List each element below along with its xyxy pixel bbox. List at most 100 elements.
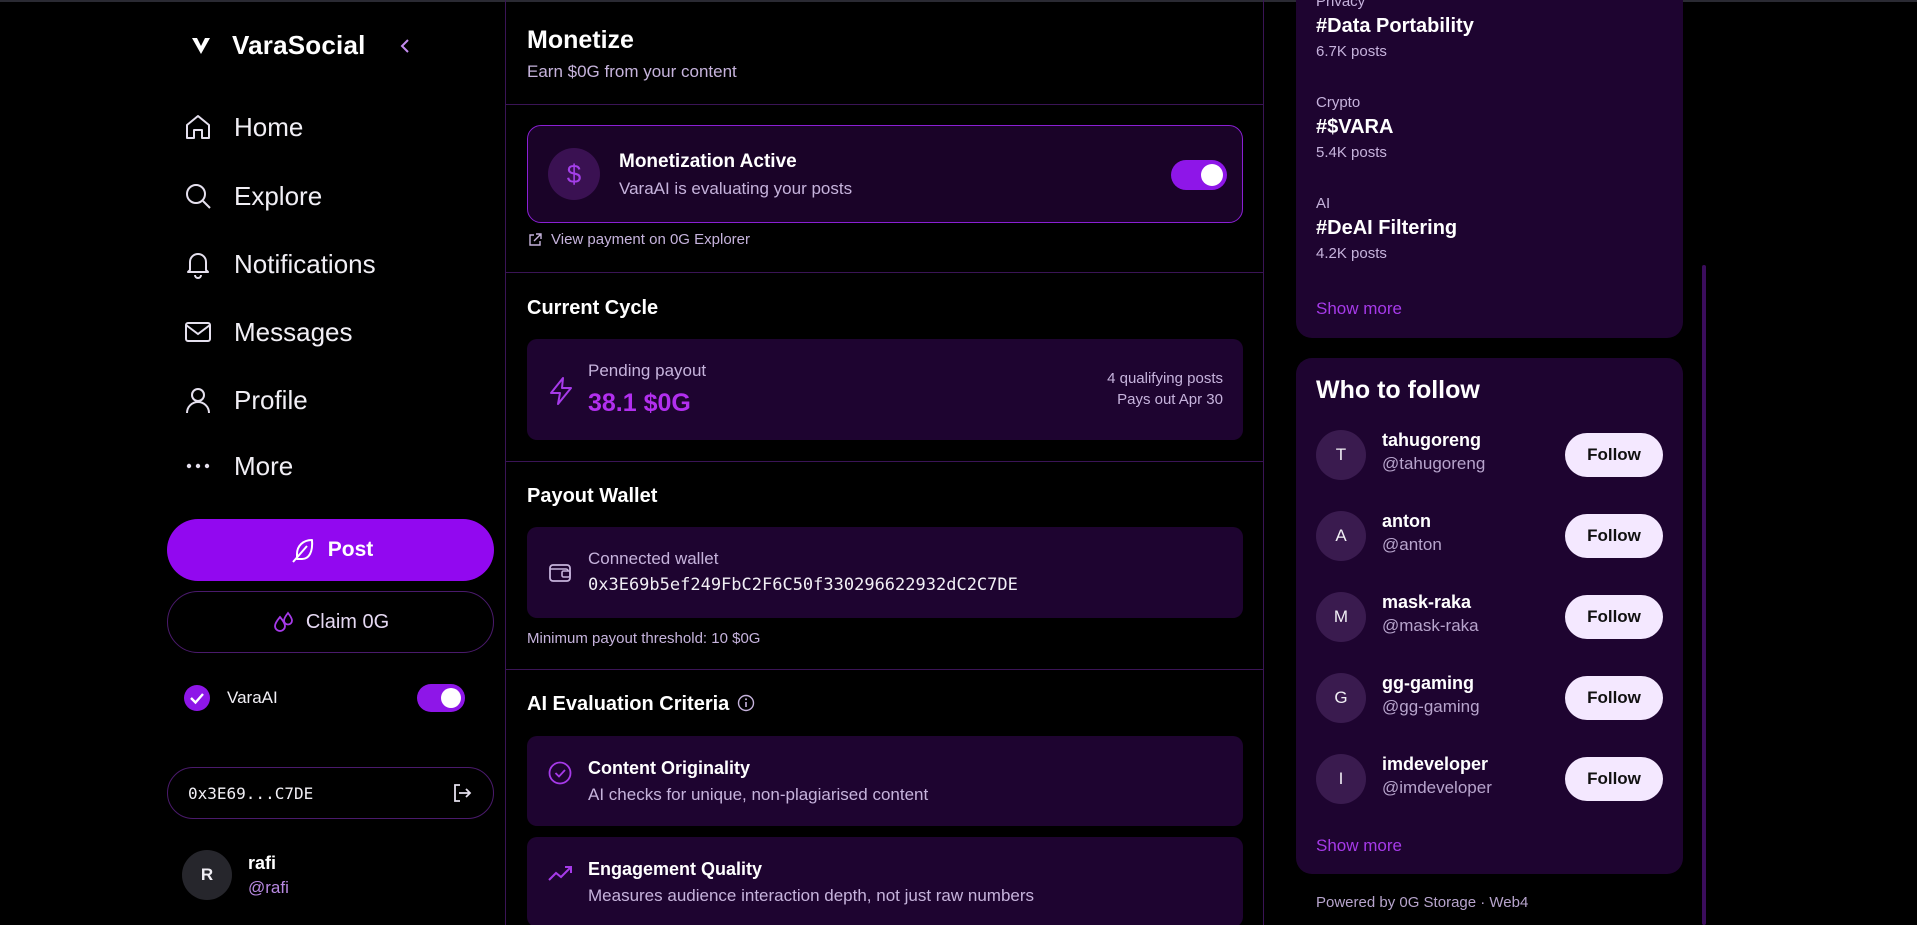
criteria-card-engagement: Engagement Quality Measures audience int…: [527, 837, 1243, 925]
follow-suggestion[interactable]: A anton @anton Follow: [1316, 511, 1663, 563]
trends-show-more-link[interactable]: Show more: [1316, 299, 1402, 319]
avatar: I: [1316, 754, 1366, 804]
trending-up-icon: [548, 866, 572, 881]
qualifying-posts: 4 qualifying posts: [1107, 370, 1223, 387]
follow-button[interactable]: Follow: [1565, 433, 1663, 477]
follow-button[interactable]: Follow: [1565, 514, 1663, 558]
suggestion-handle: @imdeveloper: [1382, 778, 1492, 797]
divider: [506, 669, 1263, 670]
current-user[interactable]: R rafi @rafi: [182, 850, 289, 900]
logout-icon[interactable]: [451, 782, 473, 804]
wallet-pill[interactable]: 0x3E69...C7DE: [167, 767, 494, 819]
follow-button[interactable]: Follow: [1565, 757, 1663, 801]
monetization-toggle[interactable]: [1171, 160, 1227, 190]
suggestion-name: tahugoreng: [1382, 430, 1481, 450]
user-info: rafi @rafi: [248, 853, 289, 898]
user-name: rafi: [248, 852, 277, 873]
nav-item-profile[interactable]: Profile: [182, 380, 308, 420]
trend-category: AI: [1316, 195, 1331, 212]
more-icon: [186, 463, 210, 469]
monetization-subtitle: VaraAI is evaluating your posts: [619, 179, 853, 198]
claim-button[interactable]: Claim 0G: [167, 591, 494, 653]
collapse-sidebar-chevron-icon[interactable]: [398, 36, 412, 56]
info-icon[interactable]: [737, 694, 755, 712]
follow-show-more-link[interactable]: Show more: [1316, 836, 1402, 856]
ai-criteria-title-row: AI Evaluation Criteria: [527, 693, 755, 716]
connected-wallet-address: 0x3E69b5ef249FbC2F6C50f330296622932dC2C7…: [588, 575, 1018, 595]
post-button[interactable]: Post: [167, 519, 494, 581]
suggestion-name: imdeveloper: [1382, 754, 1489, 774]
nav-item-messages[interactable]: Messages: [182, 312, 353, 352]
explorer-link-label: View payment on 0G Explorer: [551, 231, 750, 248]
trend-item[interactable]: Crypto #$VARA 5.4K posts: [1316, 94, 1393, 161]
suggestion-name: mask-raka: [1382, 592, 1472, 612]
home-icon: [186, 115, 210, 139]
claim-button-label: Claim 0G: [305, 610, 390, 633]
page-subtitle: Earn $0G from your content: [527, 62, 737, 81]
ai-criteria-heading: AI Evaluation Criteria: [527, 693, 730, 715]
connected-wallet-card: Connected wallet 0x3E69b5ef249FbC2F6C50f…: [527, 527, 1243, 618]
trend-item[interactable]: AI #DeAI Filtering 4.2K posts: [1316, 195, 1457, 262]
follow-suggestion[interactable]: T tahugoreng @tahugoreng Follow: [1316, 430, 1663, 482]
pending-payout-label: Pending payout: [588, 361, 707, 380]
suggestion-handle: @gg-gaming: [1382, 697, 1480, 716]
criteria-title: Engagement Quality: [588, 859, 763, 879]
follow-suggestion[interactable]: I imdeveloper @imdeveloper Follow: [1316, 754, 1663, 806]
who-to-follow-title: Who to follow: [1316, 376, 1480, 404]
criteria-card-originality: Content Originality AI checks for unique…: [527, 736, 1243, 826]
nav-label-more: More: [234, 450, 294, 481]
explorer-link[interactable]: View payment on 0G Explorer: [527, 231, 750, 248]
trend-category: Crypto: [1316, 94, 1361, 111]
nav-item-home[interactable]: Home: [182, 107, 303, 147]
left-sidebar: VaraSocial Home Explore Notifications Me…: [0, 0, 505, 925]
payout-date: Pays out Apr 30: [1117, 391, 1223, 408]
monetization-status-card: $ Monetization Active VaraAI is evaluati…: [527, 125, 1243, 223]
who-to-follow-card: Who to follow T tahugoreng @tahugoreng F…: [1296, 358, 1683, 874]
payout-threshold: Minimum payout threshold: 10 $0G: [527, 630, 761, 647]
trend-count: 5.4K posts: [1316, 144, 1387, 161]
suggestion-handle: @anton: [1382, 535, 1442, 554]
dollar-icon: $: [548, 148, 600, 200]
follow-button[interactable]: Follow: [1565, 676, 1663, 720]
nav-item-more[interactable]: More: [182, 446, 293, 486]
suggestion-name: gg-gaming: [1382, 673, 1474, 693]
search-icon: [186, 184, 211, 209]
bell-icon: [187, 253, 209, 279]
brand-name: VaraSocial: [232, 30, 366, 60]
trend-tag: #$VARA: [1316, 116, 1394, 138]
nav-item-notifications[interactable]: Notifications: [182, 244, 376, 284]
droplets-icon: [273, 611, 293, 632]
trend-item[interactable]: Privacy #Data Portability 6.7K posts: [1316, 0, 1474, 60]
divider: [506, 272, 1263, 273]
scrollbar[interactable]: [1702, 265, 1706, 925]
varaai-label: VaraAI: [227, 688, 278, 707]
feather-icon: [291, 539, 313, 563]
varaai-setting: VaraAI: [183, 683, 465, 713]
trend-tag: #Data Portability: [1316, 15, 1474, 37]
trend-category: Privacy: [1316, 0, 1366, 10]
payout-wallet-heading: Payout Wallet: [527, 485, 658, 507]
varaai-toggle[interactable]: [417, 684, 465, 712]
avatar: A: [1316, 511, 1366, 561]
wallet-icon: [549, 564, 571, 582]
nav-item-explore[interactable]: Explore: [182, 176, 322, 216]
nav-label-profile: Profile: [234, 384, 308, 415]
lightning-icon: [550, 377, 572, 405]
monetize-panel: Monetize Earn $0G from your content $ Mo…: [505, 0, 1264, 925]
brand-logo[interactable]: VaraSocial: [190, 30, 366, 61]
follow-suggestion[interactable]: M mask-raka @mask-raka Follow: [1316, 592, 1663, 644]
avatar: R: [182, 850, 232, 900]
user-icon: [186, 388, 210, 414]
suggestion-handle: @mask-raka: [1382, 616, 1479, 635]
mail-icon: [185, 322, 211, 342]
varaai-toggle-knob: [441, 688, 461, 708]
divider: [506, 461, 1263, 462]
connected-wallet-label: Connected wallet: [588, 549, 719, 568]
nav-label-explore: Explore: [234, 180, 323, 211]
follow-button[interactable]: Follow: [1565, 595, 1663, 639]
avatar: M: [1316, 592, 1366, 642]
verified-badge-icon: [184, 685, 210, 711]
powered-by-footer: Powered by 0G Storage · Web4: [1316, 894, 1529, 911]
trend-count: 4.2K posts: [1316, 245, 1387, 262]
follow-suggestion[interactable]: G gg-gaming @gg-gaming Follow: [1316, 673, 1663, 725]
